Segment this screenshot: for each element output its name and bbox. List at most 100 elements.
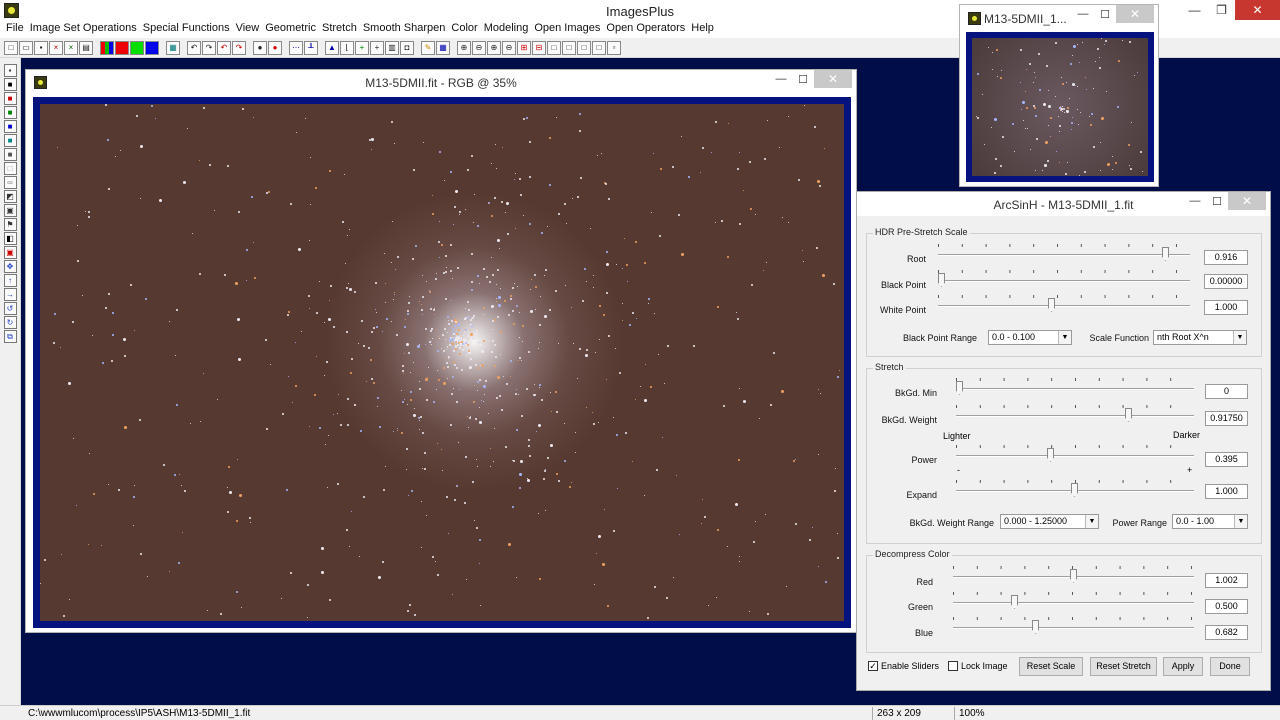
zoom-minus-icon[interactable]: ⊟	[532, 40, 546, 55]
mask-icon[interactable]: ▣	[3, 246, 17, 259]
bkgd-weight-value[interactable]: 0.91750	[1205, 411, 1248, 426]
link-icon[interactable]: ∞	[3, 176, 17, 189]
save-icon[interactable]: ▪	[3, 64, 17, 77]
gray-color-icon[interactable]: ■	[3, 148, 17, 161]
pixel-values-icon[interactable]: ⋯	[289, 40, 303, 55]
chevron-down-icon[interactable]: ▼	[1085, 515, 1098, 528]
menu-open-operators[interactable]: Open Operators	[604, 21, 689, 38]
green-value[interactable]: 0.500	[1205, 599, 1248, 614]
blue-value[interactable]: 0.682	[1205, 625, 1248, 640]
enable-sliders-checkbox[interactable]: ✓ Enable Sliders	[868, 661, 939, 671]
bkgd-min-slider[interactable]	[956, 376, 1194, 396]
close-image-icon[interactable]: ×	[49, 40, 63, 55]
open-file-icon[interactable]: ▭	[19, 40, 33, 55]
blue-color-icon[interactable]: ■	[3, 120, 17, 133]
zoom-in-2-icon[interactable]: ⊕	[487, 40, 501, 55]
histogram-small-icon[interactable]: ╨	[304, 40, 318, 55]
rgb-icon[interactable]	[100, 40, 114, 55]
red-channel-icon[interactable]	[115, 40, 129, 55]
zoom-plus-icon[interactable]: ⊞	[517, 40, 531, 55]
red-color-icon[interactable]: ■	[3, 92, 17, 105]
maximize-button[interactable]: ☐	[792, 70, 814, 88]
grid-icon[interactable]: ▦	[166, 40, 180, 55]
menu-file[interactable]: File	[4, 21, 28, 38]
flag-icon[interactable]: ⚑	[3, 218, 17, 231]
close-button[interactable]: ✕	[1235, 0, 1280, 20]
maximize-button[interactable]: ☐	[1094, 5, 1116, 23]
frame-icon-3[interactable]: □	[577, 40, 591, 55]
black-color-icon[interactable]: ■	[3, 78, 17, 91]
menu-view[interactable]: View	[234, 21, 264, 38]
astro-image[interactable]	[40, 104, 844, 621]
zoom-out-icon[interactable]: ⊖	[472, 40, 486, 55]
thumbnail-image[interactable]	[972, 38, 1148, 176]
menu-modeling[interactable]: Modeling	[482, 21, 533, 38]
histogram-icon[interactable]: ▲	[325, 40, 339, 55]
frame-icon-5[interactable]: ▫	[607, 40, 621, 55]
white-point-slider[interactable]	[938, 293, 1190, 313]
lock-image-checkbox[interactable]: Lock Image	[948, 661, 1008, 671]
frame-icon-2[interactable]: □	[562, 40, 576, 55]
white-color-icon[interactable]: □	[3, 162, 17, 175]
bkgd-weight-range-select[interactable]: 0.000 - 1.25000 ▼	[1000, 514, 1099, 529]
black-point-slider[interactable]	[938, 268, 1190, 288]
add-icon[interactable]: +	[355, 40, 369, 55]
power-value[interactable]: 0.395	[1205, 452, 1248, 467]
zoom-out-2-icon[interactable]: ⊖	[502, 40, 516, 55]
power-range-select[interactable]: 0.0 - 1.00 ▼	[1172, 514, 1248, 529]
blue-slider[interactable]	[953, 615, 1194, 635]
frame-icon-1[interactable]: □	[547, 40, 561, 55]
image-window-titlebar[interactable]: M13-5DMII.fit - RGB @ 35% — ☐ ✕	[26, 70, 856, 96]
reset-scale-button[interactable]: Reset Scale	[1019, 657, 1083, 676]
new-file-icon[interactable]: □	[4, 40, 18, 55]
redo-icon[interactable]: ↷	[202, 40, 216, 55]
green-channel-icon[interactable]	[130, 40, 144, 55]
camera-icon[interactable]: ◘	[400, 40, 414, 55]
dialog-titlebar[interactable]: ArcSinH - M13-5DMII_1.fit — ☐ ✕	[857, 192, 1270, 216]
maximize-button[interactable]: ❐	[1208, 0, 1235, 20]
calculator-icon[interactable]: ▥	[385, 40, 399, 55]
minimize-button[interactable]: —	[1072, 5, 1094, 23]
table-icon[interactable]: ▦	[436, 40, 450, 55]
reset-stretch-button[interactable]: Reset Stretch	[1090, 657, 1157, 676]
chevron-down-icon[interactable]: ▼	[1233, 331, 1246, 344]
bkgd-weight-slider[interactable]	[956, 403, 1194, 423]
thumbnail-titlebar[interactable]: M13-5DMII_1... — ☐ ✕	[960, 5, 1158, 31]
close-button[interactable]: ✕	[1116, 5, 1154, 23]
close-button[interactable]: ✕	[1228, 192, 1266, 210]
undo-icon[interactable]: ↶	[187, 40, 201, 55]
save-icon[interactable]: ▪	[34, 40, 48, 55]
menu-smooth-sharpen[interactable]: Smooth Sharpen	[361, 21, 450, 38]
expand-slider[interactable]	[956, 478, 1194, 498]
root-value[interactable]: 0.916	[1204, 250, 1248, 265]
expand-value[interactable]: 1.000	[1205, 484, 1248, 499]
minimize-button[interactable]: —	[770, 70, 792, 88]
menu-color[interactable]: Color	[449, 21, 481, 38]
power-slider[interactable]	[956, 443, 1194, 463]
root-slider[interactable]	[938, 242, 1190, 262]
frame-icon-4[interactable]: □	[592, 40, 606, 55]
select-icon[interactable]: ▣	[3, 204, 17, 217]
crop-icon[interactable]: ⌊	[340, 40, 354, 55]
checkbox-box[interactable]	[948, 661, 958, 671]
redo-all-icon[interactable]: ↷	[232, 40, 246, 55]
chevron-down-icon[interactable]: ▼	[1234, 515, 1247, 528]
half-icon[interactable]: ◧	[3, 232, 17, 245]
menu-special-functions[interactable]: Special Functions	[141, 21, 234, 38]
white-point-value[interactable]: 1.000	[1204, 300, 1248, 315]
green-slider[interactable]	[953, 590, 1194, 610]
maximize-button[interactable]: ☐	[1206, 192, 1228, 210]
zoom-in-icon[interactable]: ⊕	[457, 40, 471, 55]
checkbox-box[interactable]: ✓	[868, 661, 878, 671]
chevron-down-icon[interactable]: ▼	[1058, 331, 1071, 344]
pencil-icon[interactable]: ✎	[421, 40, 435, 55]
bkgd-min-value[interactable]: 0	[1205, 384, 1248, 399]
copy-icon[interactable]: ⧉	[3, 330, 17, 343]
blue-channel-icon[interactable]	[145, 40, 159, 55]
apply-button[interactable]: Apply	[1163, 657, 1203, 676]
menu-help[interactable]: Help	[689, 21, 718, 38]
green-color-icon[interactable]: ■	[3, 106, 17, 119]
menu-image-set-operations[interactable]: Image Set Operations	[28, 21, 141, 38]
stop-icon[interactable]: ●	[268, 40, 282, 55]
record-icon[interactable]: ●	[253, 40, 267, 55]
